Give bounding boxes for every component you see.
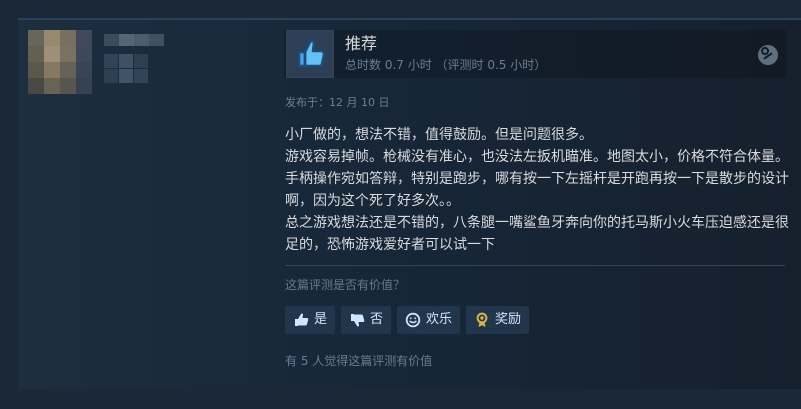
yes-button[interactable]: 是 bbox=[285, 306, 336, 334]
playtime-info: 总时数 0.7 小时 （评测时 0.5 小时） bbox=[345, 58, 547, 72]
smile-icon bbox=[405, 312, 421, 328]
award-icon bbox=[474, 312, 490, 328]
no-label: 否 bbox=[370, 312, 384, 327]
review-header: 推荐 总时数 0.7 小时 （评测时 0.5 小时） bbox=[284, 30, 786, 78]
review-body: 小厂做的，想法不错，值得鼓励。但是问题很多。 游戏容易掉帧。枪械没有准心，也没法… bbox=[285, 124, 790, 256]
review-actions: 是 否 欢乐 奖励 bbox=[285, 306, 530, 334]
funny-label: 欢乐 bbox=[426, 312, 453, 327]
review-separator bbox=[285, 265, 785, 266]
award-label: 奖励 bbox=[495, 312, 522, 327]
review-paragraph: 游戏容易掉帧。枪械没有准心，也没法左扳机瞄准。地图太小，价格不符合体量。手柄操作… bbox=[285, 149, 789, 209]
yes-label: 是 bbox=[314, 312, 328, 327]
thumbs-up-icon bbox=[293, 312, 309, 328]
review-author-column bbox=[18, 20, 278, 389]
recommend-thumb-box bbox=[286, 30, 334, 78]
review-paragraph: 小厂做的，想法不错，值得鼓励。但是问题很多。 bbox=[285, 127, 593, 143]
steam-icon bbox=[758, 45, 778, 65]
thumbs-up-icon bbox=[297, 39, 326, 68]
blurred-avatar bbox=[28, 30, 92, 94]
blurred-username bbox=[104, 34, 164, 46]
helpful-count: 有 5 人觉得这篇评测有价值 bbox=[285, 354, 433, 368]
no-button[interactable]: 否 bbox=[341, 306, 392, 334]
funny-button[interactable]: 欢乐 bbox=[397, 306, 461, 334]
steam-review-page: 推荐 总时数 0.7 小时 （评测时 0.5 小时） 发布于：12 月 10 日… bbox=[0, 0, 801, 409]
posted-date: 发布于：12 月 10 日 bbox=[285, 96, 390, 109]
award-button[interactable]: 奖励 bbox=[466, 306, 530, 334]
review-verdict: 推荐 bbox=[345, 34, 378, 53]
blurred-user-meta bbox=[104, 54, 148, 83]
thumbs-down-icon bbox=[349, 312, 365, 328]
helpfulness-question: 这篇评测是否有价值？ bbox=[285, 278, 406, 292]
review-paragraph: 总之游戏想法还是不错的，八条腿一嘴鲨鱼牙奔向你的托马斯小火车压迫感还是很足的，恐… bbox=[285, 215, 789, 253]
